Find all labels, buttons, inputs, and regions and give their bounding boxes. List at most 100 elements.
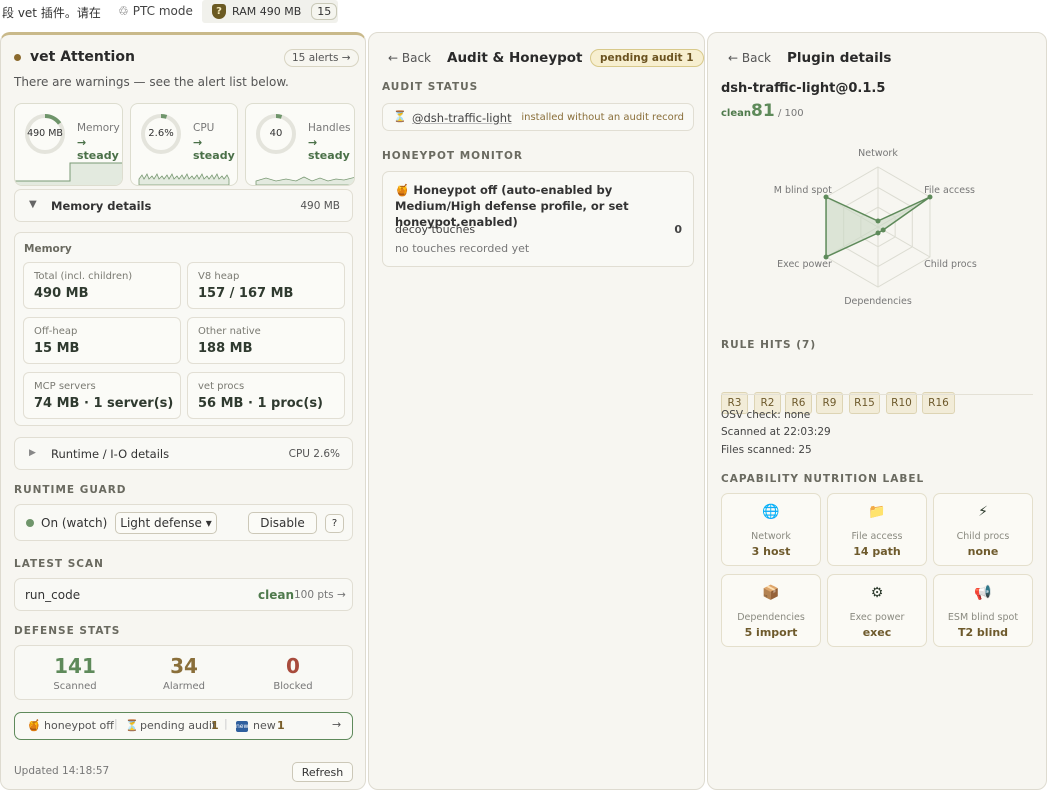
status-strip[interactable]: 🍯 honeypot off | ⏳ pending audit 1 | new… <box>14 712 353 740</box>
stat-alarmed-label: Alarmed <box>163 681 205 692</box>
vet-attention-panel: vet Attention 15 alerts → There are warn… <box>0 32 366 790</box>
defense-mode-select[interactable]: Light defense ▾ <box>115 512 217 534</box>
memory-cell-value: 74 MB · 1 server(s) <box>34 396 174 411</box>
capability-dependencies[interactable]: 📦 Dependencies 5 import <box>721 574 821 647</box>
honeypot-icon: 🍯 <box>395 183 410 197</box>
clean-label: clean <box>721 108 752 119</box>
top-bar-text: 段 vet 插件。请在 <box>2 6 101 20</box>
rule-chip[interactable]: R9 <box>816 392 843 414</box>
rule-hits-count: (7) <box>796 339 817 351</box>
score-value: 81 <box>751 101 775 121</box>
capability-key: Dependencies <box>737 612 805 623</box>
capability-exec-power[interactable]: ⚙ Exec power exec <box>827 574 927 647</box>
folder-icon: 📁 <box>868 504 886 520</box>
rule-chip[interactable]: R10 <box>886 392 917 414</box>
capability-key: ESM blind spot <box>947 612 1019 623</box>
memory-cell: V8 heap 157 / 167 MB <box>187 262 345 309</box>
alerts-button[interactable]: 15 alerts → <box>284 49 359 67</box>
memory-details-value: 490 MB <box>300 200 340 212</box>
capability-value: exec <box>862 626 892 639</box>
honeypot-monitor-title: HONEYPOT MONITOR <box>382 150 523 162</box>
audit-item-note: installed without an audit record <box>521 112 684 123</box>
help-button[interactable]: ? <box>325 514 344 533</box>
latest-scan-row[interactable]: run_code clean 100 pts → <box>14 578 353 611</box>
memory-section: Memory Total (incl. children) 490 MB V8 … <box>14 232 353 426</box>
chevron-down-icon: ▼ <box>29 199 37 210</box>
memory-cell: vet procs 56 MB · 1 proc(s) <box>187 372 345 419</box>
top-bar: 段 vet 插件。请在 ♲ PTC mode ? RAM 490 MB 15 <box>0 0 1050 24</box>
rule-chip[interactable]: R16 <box>922 392 955 414</box>
cpu-gauge-label: CPU <box>193 122 215 134</box>
memory-cell-value: 15 MB <box>34 341 80 356</box>
capability-esm-blind-spot[interactable]: 📢 ESM blind spot T2 blind <box>933 574 1033 647</box>
disable-button[interactable]: Disable <box>248 512 317 534</box>
memory-cell: Total (incl. children) 490 MB <box>23 262 181 309</box>
radar-axis-label: Exec power <box>777 259 832 270</box>
recycle-icon: ♲ <box>118 4 129 18</box>
memory-details-toggle[interactable]: ▼ Memory details 490 MB <box>14 189 353 222</box>
back-button[interactable]: ← Back <box>388 51 431 65</box>
new-icon: new <box>236 721 249 732</box>
audit-item-name[interactable]: @dsh-traffic-light <box>412 111 512 125</box>
capability-child-procs[interactable]: ⚡ Child procs none <box>933 493 1033 566</box>
hourglass-icon: ⏳ <box>125 719 139 732</box>
chevron-right-icon: ▶ <box>29 448 36 458</box>
memory-gauge-value: 490 MB <box>27 128 63 139</box>
files-scanned: Files scanned: 25 <box>721 444 812 456</box>
rule-hits-title: RULE HITS (7) <box>721 339 816 351</box>
memory-cell: MCP servers 74 MB · 1 server(s) <box>23 372 181 419</box>
cpu-gauge-card[interactable]: 2.6% CPU → steady <box>130 103 238 186</box>
capability-network[interactable]: 🌐 Network 3 host <box>721 493 821 566</box>
stat-blocked-label: Blocked <box>273 681 313 692</box>
audit-item-row[interactable]: ⏳ @dsh-traffic-light installed without a… <box>382 103 694 131</box>
ptc-mode-toggle[interactable]: ♲ PTC mode <box>118 4 193 18</box>
runtime-guard-card: On (watch) Light defense ▾ Disable ? <box>14 504 353 541</box>
runtime-details-toggle[interactable]: ▶ Runtime / I-O details CPU 2.6% <box>14 437 353 470</box>
guard-status-label: On (watch) <box>41 516 108 530</box>
arrow-right-icon: → <box>332 718 342 731</box>
scanned-at: Scanned at 22:03:29 <box>721 426 831 438</box>
capability-file-access[interactable]: 📁 File access 14 path <box>827 493 927 566</box>
cpu-sparkline <box>138 173 230 185</box>
memory-cell-key: Total (incl. children) <box>34 271 133 282</box>
nutrition-label-title: CAPABILITY NUTRITION LABEL <box>721 473 925 485</box>
warning-text: There are warnings — see the alert list … <box>14 75 289 89</box>
stat-scanned-label: Scanned <box>53 681 97 692</box>
panel-title: Audit & Honeypot <box>447 50 583 66</box>
handles-gauge-card[interactable]: 40 Handles → steady <box>245 103 355 186</box>
memory-cell-value: 490 MB <box>34 286 89 301</box>
divider: | <box>114 717 118 730</box>
memory-gauge-card[interactable]: 490 MB Memory → steady <box>14 103 123 186</box>
scan-name: run_code <box>25 588 81 602</box>
memory-cell: Off-heap 15 MB <box>23 317 181 364</box>
audit-honeypot-panel: ← Back Audit & Honeypot pending audit 1 … <box>368 32 705 790</box>
back-button[interactable]: ← Back <box>728 51 771 65</box>
stat-alarmed-value: 34 <box>170 654 198 678</box>
memory-cell-value: 157 / 167 MB <box>198 286 294 301</box>
pending-audit-label: pending audit <box>140 719 217 732</box>
capability-value: T2 blind <box>957 626 1009 639</box>
rule-chip[interactable]: R15 <box>849 392 880 414</box>
memory-cell-value: 56 MB · 1 proc(s) <box>198 396 323 411</box>
plugin-details-panel: ← Back Plugin details dsh-traffic-light@… <box>707 32 1047 790</box>
gear-icon: ⚙ <box>870 585 884 601</box>
capability-key: Child procs <box>956 531 1010 542</box>
radar-axis-label: M blind spot <box>774 185 832 196</box>
memory-details-label: Memory details <box>51 199 152 213</box>
memory-section-title: Memory <box>24 243 72 255</box>
memory-cell-value: 188 MB <box>198 341 253 356</box>
ram-status-button[interactable]: ? RAM 490 MB 15 <box>202 0 338 23</box>
panel-title: Plugin details <box>787 50 892 66</box>
memory-cell-key: V8 heap <box>198 271 240 282</box>
updated-timestamp: Updated 14:18:57 <box>14 765 110 777</box>
capability-value: none <box>967 545 999 558</box>
refresh-button[interactable]: Refresh <box>292 762 353 782</box>
radar-axis-label: Child procs <box>924 259 977 270</box>
megaphone-icon: 📢 <box>974 585 992 601</box>
capability-value: 3 host <box>751 545 791 558</box>
globe-icon: 🌐 <box>762 504 780 520</box>
lightning-icon: ⚡ <box>978 504 988 520</box>
plugin-name: dsh-traffic-light@0.1.5 <box>721 81 886 96</box>
radar-point <box>875 230 881 236</box>
alert-count-badge: 15 <box>311 3 338 20</box>
